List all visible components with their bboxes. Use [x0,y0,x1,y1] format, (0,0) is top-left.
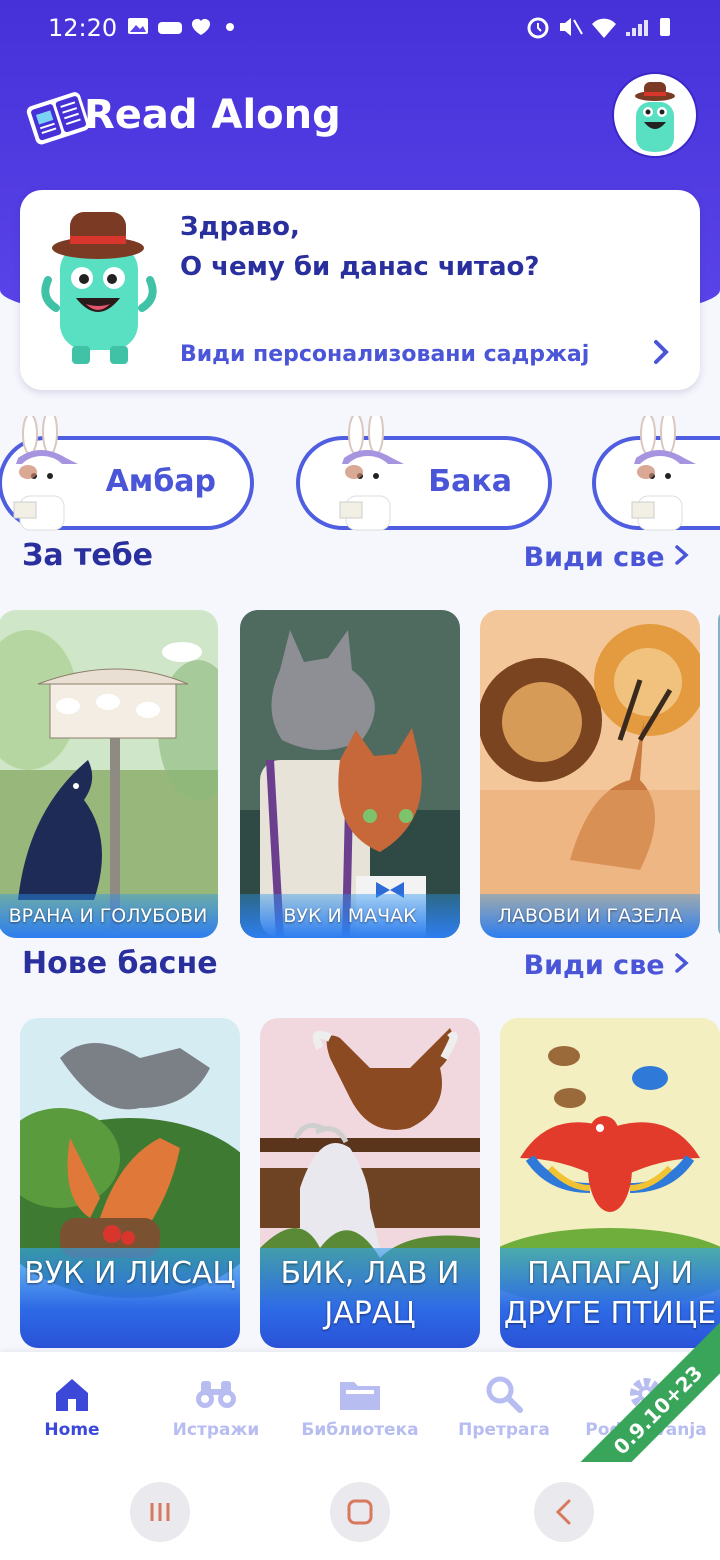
bunny-icon [339,416,404,531]
new-fables-books-row: ВУК И ЛИСАЦ БИК, ЛАВ И ЈАРАЦ ПАПАГАЈ И Д… [0,1018,720,1350]
notification-icons [128,18,234,35]
profile-pills: Амбар Бака [0,416,720,532]
profile-avatar[interactable] [614,74,696,156]
home-square-icon [347,1499,373,1525]
chevron-right-icon [675,953,689,973]
home-icon [2,1372,142,1416]
mascot-illustration [41,212,157,364]
book-title: БИК, ЛАВ И ЈАРАЦ [260,1248,480,1348]
section-title-for-you: За тебе [22,538,154,573]
nav-home[interactable]: Home [2,1372,142,1440]
status-notification-icons [126,14,236,46]
status-time: 12:20 [48,14,118,42]
recent-apps-button[interactable] [130,1482,190,1542]
book-title: ВУК И ЛИСАЦ [20,1248,240,1348]
monster-avatar-icon [618,78,692,152]
personalized-content-link[interactable]: Види персонализовани садржај [180,342,589,367]
status-bar: 12:20 [0,0,720,62]
chevron-right-icon [675,545,689,565]
book-card[interactable]: ВРАНА И ГОЛУБОВИ [0,610,218,938]
nav-label: Претрага [458,1420,550,1440]
profile-pill-baka[interactable]: Бака [296,416,552,531]
book-cover-lions-gazelle [480,610,700,938]
profile-pill-partial[interactable] [592,416,720,531]
book-title: ВРАНА И ГОЛУБОВИ [0,894,218,938]
book-title: ВУК И МАЧАК [240,894,460,938]
greeting-hello: Здраво, [180,212,300,242]
back-chevron-icon [555,1499,571,1525]
home-button[interactable] [330,1482,390,1542]
nav-label: Home [44,1420,100,1440]
book-title: ЛАВОВИ И ГАЗЕЛА [480,894,700,938]
profile-pill-ambar[interactable]: Амбар [0,416,254,531]
search-icon [434,1372,574,1416]
system-icons [527,17,670,39]
nav-label: Истражи [172,1420,260,1440]
profile-pill-label: Бака [428,464,512,499]
book-cover-crow-doves [0,610,218,938]
for-you-books-row: ВРАНА И ГОЛУБОВИ ВУК И МАЧАК ЛАВОВИ И ГА… [0,610,720,940]
see-all-label: Види све [523,950,665,981]
binoculars-icon [146,1372,286,1416]
nav-label: Библиотека [301,1420,419,1440]
bunny-icon [631,416,696,531]
greeting-question: О чему би данас читао? [180,252,540,282]
recents-icon [150,1503,170,1521]
book-title: ПАПАГАЈ И ДРУГЕ ПТИЦЕ [500,1248,720,1348]
book-card[interactable]: ВУК И МАЧАК [240,610,460,938]
nav-explore[interactable]: Истражи [146,1372,286,1440]
system-navigation-bar [0,1462,720,1560]
bunny-icon [13,416,78,531]
see-all-for-you-link[interactable]: Види све [524,542,690,573]
library-icon [290,1372,430,1416]
book-card[interactable]: ЛАВОВИ И ГАЗЕЛА [480,610,700,938]
section-title-new-fables: Нове басне [22,946,218,981]
book-card[interactable]: ПАПАГАЈ И ДРУГЕ ПТИЦЕ [500,1018,720,1348]
profile-pill-label: Амбар [105,464,216,499]
nav-library[interactable]: Библиотека [290,1372,430,1440]
book-card[interactable]: ВУК И ЛИСАЦ [20,1018,240,1348]
book-card[interactable]: БИК, ЛАВ И ЈАРАЦ [260,1018,480,1348]
app-title: Read Along [84,92,341,138]
nav-search[interactable]: Претрага [434,1372,574,1440]
book-cover-wolf-cat [240,610,460,938]
chevron-right-icon [652,338,672,373]
back-button[interactable] [534,1482,594,1542]
see-all-new-fables-link[interactable]: Види све [524,950,690,981]
status-system-icons [526,14,676,46]
see-all-label: Види све [523,542,665,573]
greeting-card[interactable]: Здраво, О чему би данас читао? Види перс… [20,190,700,390]
